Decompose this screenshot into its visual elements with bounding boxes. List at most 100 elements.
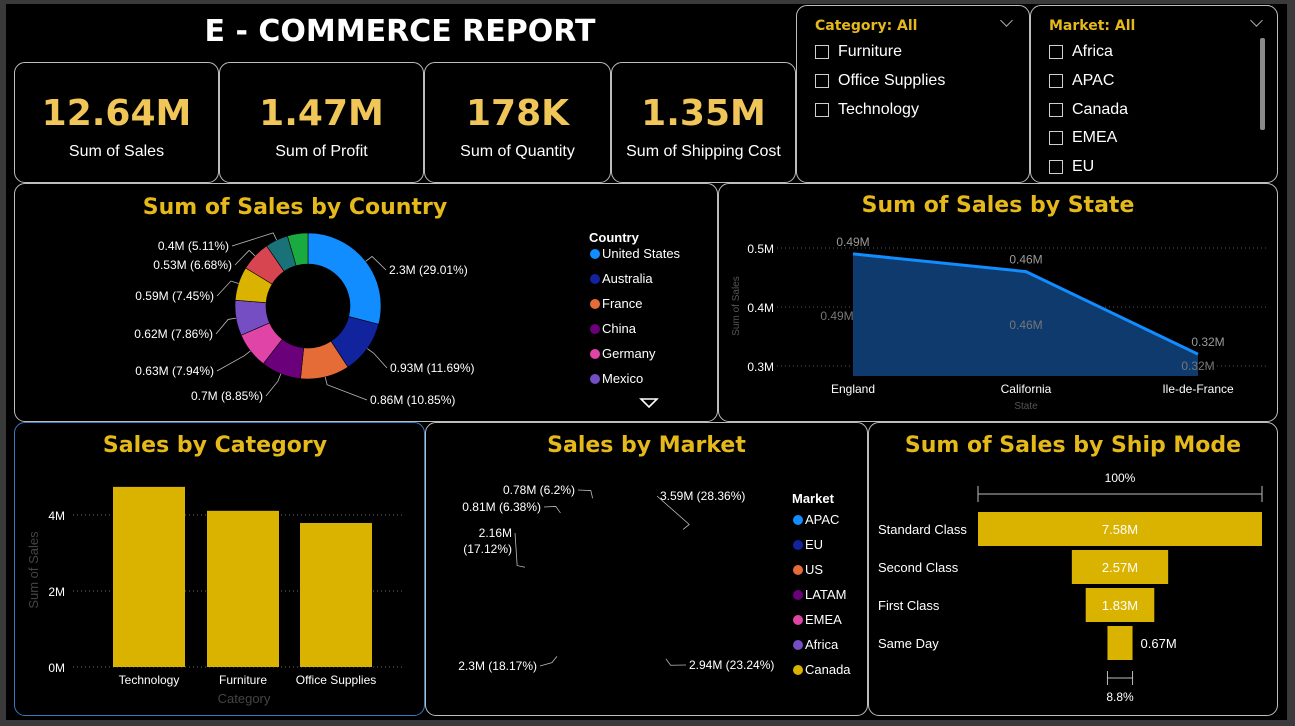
legend-item: Africa [805,637,839,652]
pie-slice [527,614,604,676]
chevron-down-icon[interactable] [1000,14,1013,27]
chevron-down-icon[interactable] [1250,14,1263,27]
kpi-value: 1.47M [259,93,384,134]
legend-marker [590,374,600,384]
data-label: 0.81M (6.38%) [462,500,541,514]
pie-slice [612,495,704,606]
leader-line [539,656,558,667]
option-label: Technology [838,101,919,118]
x-tick-label: Ile-de-France [1162,382,1234,396]
data-label: 0.49M [820,309,853,323]
x-tick-label: Technology [119,673,180,687]
slicer-option-apac[interactable]: APAC [1049,72,1114,90]
data-label: 7.58M [1102,522,1138,537]
y-tick-label: 0.5M [747,242,774,256]
shipmode-chart-card: Sum of Sales by Ship Mode 100% Standard C… [868,422,1278,716]
kpi-label: Sum of Quantity [460,143,575,160]
x-tick-label: England [831,382,875,396]
legend-marker [590,349,600,359]
data-label: 2.57M [1102,560,1138,575]
data-label: 0.67M [1141,636,1177,651]
data-label: 0.4M (5.11%) [158,239,229,253]
market-pie-chart: 3.59M (28.36%) 2.94M (23.24%) 2.3M (18.17%… [458,483,851,677]
kpi-card-quantity: 178K Sum of Quantity [424,62,611,183]
data-label: 0.86M (10.85%) [370,393,455,407]
x-tick-label: California [1001,382,1052,396]
legend-item: France [602,296,642,311]
option-label: Canada [1072,101,1129,118]
legend-item: China [602,321,637,336]
checkbox[interactable] [815,74,829,88]
leader-line [324,376,368,401]
checkbox[interactable] [1049,103,1063,117]
kpi-card-shipping: 1.35M Sum of Shipping Cost [611,62,796,183]
y-tick-label: 0M [48,661,65,675]
data-label: 0.49M [836,235,869,249]
legend-title: Market [792,491,835,506]
category-chart-card: Sales by Category 4M 2M 0M Technology Furnit… [14,422,425,716]
legend-marker [793,515,803,525]
slicer-option-africa[interactable]: Africa [1049,43,1113,61]
category-slicer-header[interactable]: Category: All [815,18,917,34]
checkbox[interactable] [1049,131,1063,145]
checkbox[interactable] [1049,45,1063,59]
funnel-bottom-label: 8.8% [1106,690,1134,704]
option-label: Office Supplies [838,72,946,89]
country-chart-card: Sum of Sales by Country 2.3M (29.01%) 0.9… [14,183,718,422]
data-label: 2.94M (23.24%) [689,658,774,672]
kpi-card-profit: 1.47M Sum of Profit [219,62,424,183]
leader-line [216,350,251,372]
kpi-value: 12.64M [41,93,192,134]
slicer-scrollbar[interactable] [1260,38,1265,130]
data-label: 0.93M (11.69%) [390,361,475,375]
leader-line [265,373,282,397]
checkbox[interactable] [815,103,829,117]
legend-item: Mexico [602,371,643,386]
legend-item: LATAM [805,587,846,602]
slicer-option-office-supplies[interactable]: Office Supplies [815,72,945,90]
data-label: 1.83M [1102,598,1138,613]
checkbox[interactable] [815,45,829,59]
legend-item: Germany [602,346,656,361]
legend-title: Country [589,230,640,245]
leader-line [514,532,526,568]
data-label: 0.32M [1181,359,1214,373]
market-chart-card: Sales by Market 3.59M (28.36%) 2.94M (23.… [425,422,868,716]
data-label: 0.46M [1009,253,1042,267]
slicer-option-emea[interactable]: EMEA [1049,129,1117,147]
checkbox[interactable] [1049,160,1063,174]
legend-marker [590,324,600,334]
legend-scroll-down-icon [639,398,659,409]
legend-marker [793,565,803,575]
option-label: EMEA [1072,129,1118,146]
legend-item: Australia [602,271,653,286]
bar [207,510,279,667]
checkbox[interactable] [1049,74,1063,88]
shipmode-funnel-chart: 100% Standard Class 7.58M Second Class 2.57M… [878,471,1263,704]
slicer-option-furniture[interactable]: Furniture [815,43,902,61]
category-label: First Class [878,598,940,613]
x-tick-label: Furniture [219,673,267,687]
data-label: 0.62M (7.86%) [134,327,213,341]
pie-slice [575,495,610,505]
option-label: APAC [1072,72,1115,89]
market-slicer-header[interactable]: Market: All [1049,18,1135,34]
slicer-option-eu[interactable]: EU [1049,158,1094,176]
data-label: (17.12%) [463,542,512,556]
leader-line [577,489,594,499]
slicer-option-technology[interactable]: Technology [815,101,919,119]
country-donut-chart: 2.3M (29.01%) 0.93M (11.69%) 0.86M (10.85%… [134,230,681,409]
slicer-option-canada[interactable]: Canada [1049,101,1128,119]
leader-line [665,658,687,666]
y-tick-label: 0.4M [747,301,774,315]
data-label: 3.59M (28.36%) [660,489,745,503]
leader-line [367,348,388,369]
leader-line [215,317,237,335]
data-label: 2.3M (18.17%) [458,659,537,673]
legend-item: APAC [805,512,839,527]
data-label: 0.63M (7.94%) [135,364,214,378]
x-axis-title: Category [218,691,271,706]
leader-line [216,280,239,297]
legend-marker [793,590,803,600]
option-label: EU [1072,158,1095,175]
